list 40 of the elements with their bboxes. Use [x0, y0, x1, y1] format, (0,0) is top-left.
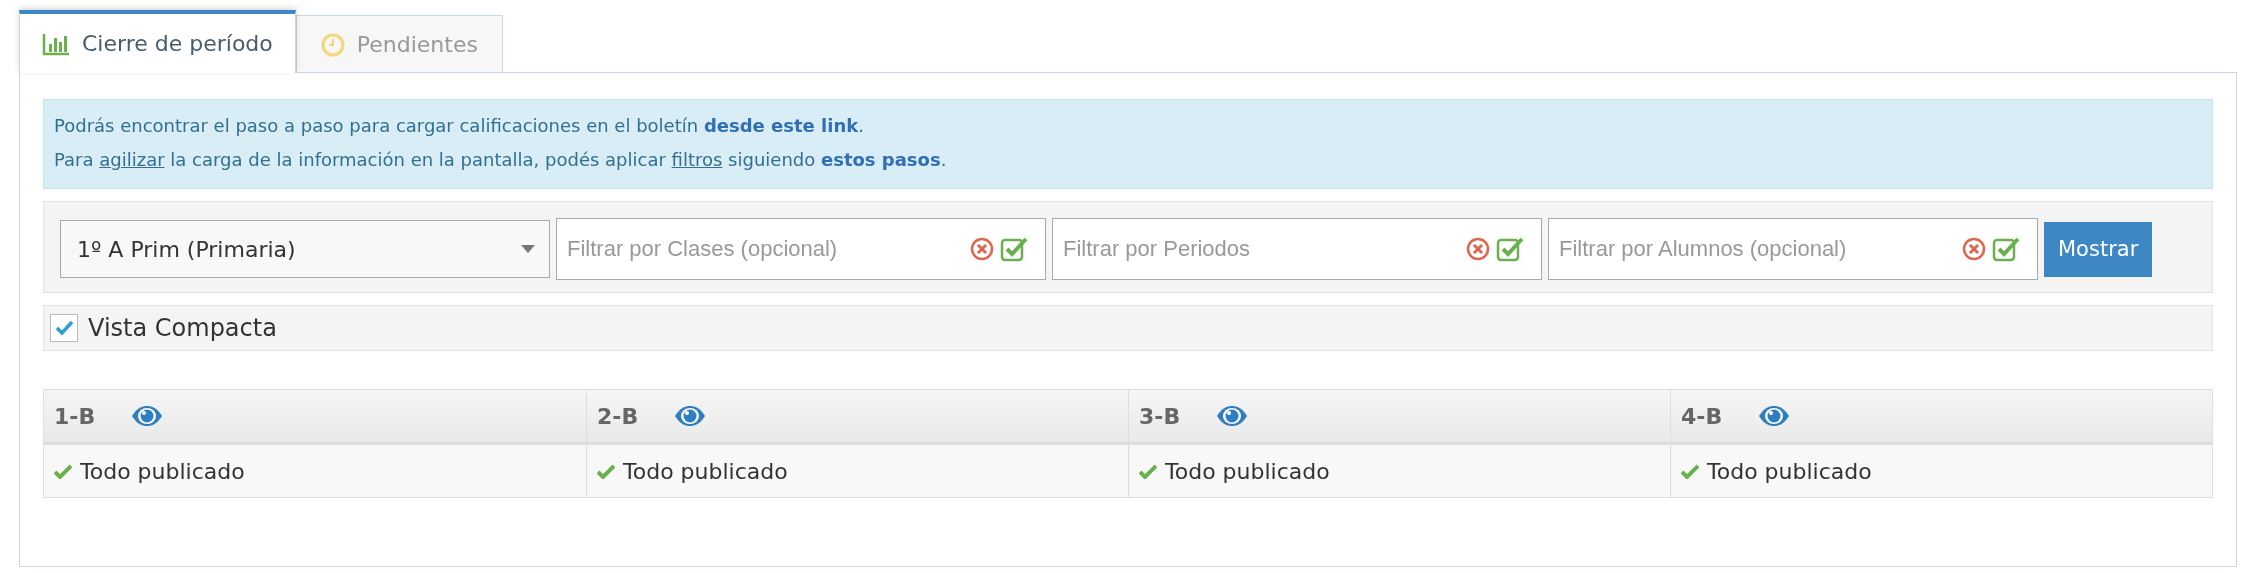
clear-icon[interactable] [1466, 237, 1490, 261]
table-cell: Todo publicado [1670, 445, 2212, 497]
column-header: 4-B [1670, 390, 2212, 445]
link[interactable]: filtros [671, 149, 723, 170]
filter-field[interactable]: Filtrar por Clases (opcional) [556, 218, 1046, 280]
check-icon [1139, 463, 1157, 479]
filter-field[interactable]: Filtrar por Alumnos (opcional) [1548, 218, 2038, 280]
clear-icon[interactable] [970, 237, 994, 261]
link[interactable]: desde este link [703, 115, 859, 136]
info-text: Podrás encontrar el paso a paso para cargar calificaciones en el boletín desde este link. [54, 114, 865, 138]
eye-icon[interactable] [131, 405, 164, 427]
check-icon [54, 463, 72, 479]
column-header: 2-B [586, 390, 1128, 445]
table-cell: Todo publicado [586, 445, 1128, 497]
checkbox-label: Vista Compacta [88, 314, 277, 342]
select-dropdown[interactable]: 1º A Prim (Primaria) [60, 220, 550, 278]
column-header: 1-B [44, 390, 586, 445]
check-icon [597, 463, 615, 479]
eye-icon[interactable] [1758, 405, 1791, 427]
bar-chart-icon [42, 31, 70, 56]
column-header: 3-B [1128, 390, 1670, 445]
check-square-icon[interactable] [1992, 236, 2020, 262]
eye-icon[interactable] [1216, 405, 1249, 427]
checkbox[interactable] [50, 314, 78, 342]
filter-field[interactable]: Filtrar por Periodos [1052, 218, 1542, 280]
link[interactable]: agilizar [99, 149, 165, 170]
eye-icon[interactable] [674, 405, 707, 427]
check-icon [1681, 463, 1699, 479]
link[interactable]: estos pasos [820, 149, 941, 170]
check-square-icon[interactable] [1000, 236, 1028, 262]
show-button[interactable]: Mostrar [2044, 221, 2153, 277]
check-square-icon[interactable] [1496, 236, 1524, 262]
caret-icon [521, 245, 535, 253]
tab[interactable]: Cierre de período [19, 10, 296, 73]
table-cell: Todo publicado [1128, 445, 1670, 497]
clear-icon[interactable] [1962, 237, 1986, 261]
tab[interactable]: Pendientes [295, 15, 503, 73]
table-cell: Todo publicado [44, 445, 586, 497]
info-text: Para agilizar la carga de la información en la pantalla, podés aplicar filtros siguiendo estos pasos. [54, 148, 948, 172]
clock-icon [320, 32, 345, 57]
